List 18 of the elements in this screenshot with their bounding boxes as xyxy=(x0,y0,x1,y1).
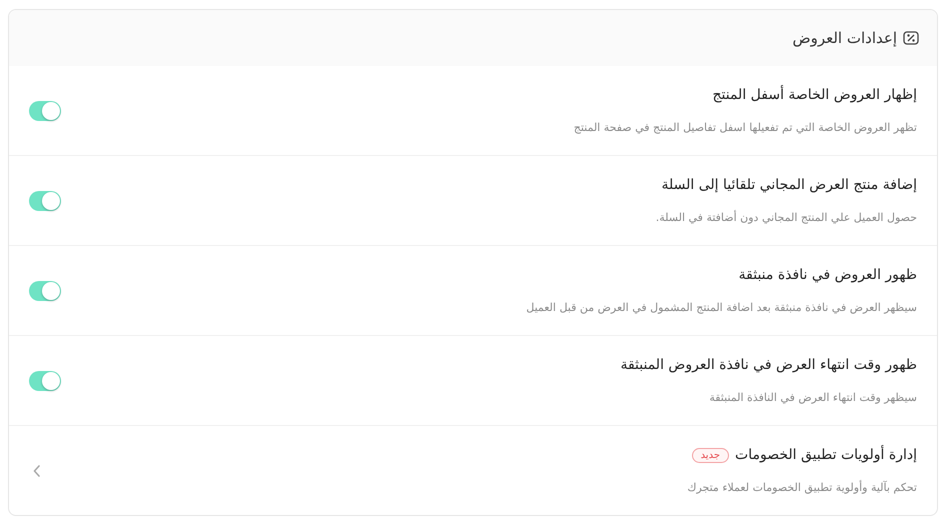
toggle-switch[interactable] xyxy=(29,190,61,210)
toggle-switch[interactable] xyxy=(29,280,61,300)
toggle-switch[interactable] xyxy=(29,370,61,390)
setting-title: إظهار العروض الخاصة أسفل المنتج xyxy=(712,87,917,103)
setting-description: حصول العميل علي المنتج المجاني دون أضافتة في السلة. xyxy=(656,211,917,224)
new-badge: جديد xyxy=(692,448,730,462)
discount-icon xyxy=(903,31,919,45)
setting-title: ظهور العروض في نافذة منبثقة xyxy=(738,267,917,283)
chevron-left-icon[interactable] xyxy=(33,464,41,476)
setting-title: ظهور وقت انتهاء العرض في نافذة العروض المنبثقة xyxy=(620,357,917,373)
setting-description: تحكم بآلية وأولوية تطبيق الخصومات لعملاء متجرك xyxy=(687,481,917,494)
header-title: إعدادات العروض xyxy=(792,29,897,47)
setting-title: إضافة منتج العرض المجاني تلقائيا إلى السلة xyxy=(662,177,917,193)
setting-description: سيظهر العرض في نافذة منبثقة بعد اضافة المنتج المشمول في العرض من قبل العميل xyxy=(526,301,917,314)
toggle-switch[interactable] xyxy=(29,100,61,120)
setting-title: إدارة أولويات تطبيق الخصومات xyxy=(735,447,917,463)
setting-description: تظهر العروض الخاصة التي تم تفعيلها اسفل تفاصيل المنتج في صفحة المنتج xyxy=(574,121,917,134)
setting-description: سيظهر وقت انتهاء العرض في النافذة المنبثقة xyxy=(708,391,917,404)
